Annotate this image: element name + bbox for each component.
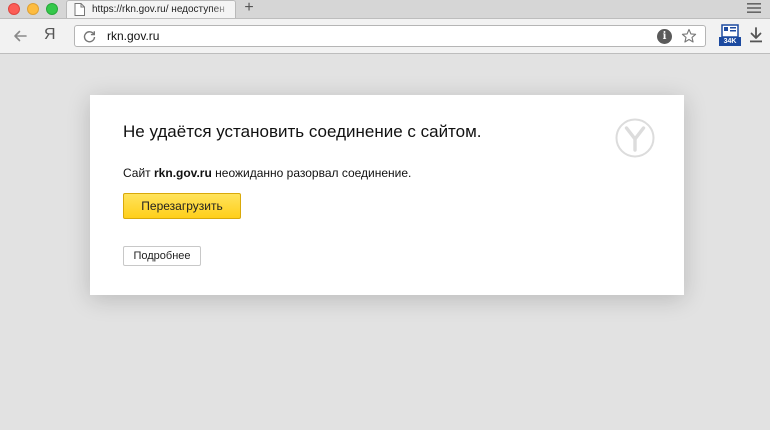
details-button[interactable]: Подробнее bbox=[123, 246, 201, 266]
error-title: Не удаётся установить соединение с сайто… bbox=[123, 122, 482, 141]
error-site-name: rkn.gov.ru bbox=[154, 166, 212, 180]
download-icon[interactable] bbox=[749, 27, 763, 43]
error-message: Сайт rkn.gov.ru неожиданно разорвал соед… bbox=[123, 166, 411, 180]
browser-toolbar: Я rkn.gov.ru i 34K bbox=[0, 18, 770, 54]
error-card: Не удаётся установить соединение с сайто… bbox=[90, 95, 684, 295]
minimize-window-icon[interactable] bbox=[27, 3, 39, 15]
extension-button[interactable]: 34K bbox=[719, 24, 741, 46]
hamburger-menu-icon[interactable] bbox=[747, 2, 761, 14]
new-tab-button[interactable]: + bbox=[240, 0, 258, 17]
zoom-window-icon[interactable] bbox=[46, 3, 58, 15]
error-message-suffix: неожиданно разорвал соединение. bbox=[211, 166, 412, 180]
page-icon bbox=[74, 3, 85, 16]
reload-icon[interactable] bbox=[83, 30, 96, 43]
reload-button[interactable]: Перезагрузить bbox=[123, 193, 241, 219]
tab-strip: https://rkn.gov.ru/ недоступен + bbox=[0, 0, 770, 18]
tab-title-fade bbox=[211, 1, 235, 18]
close-window-icon[interactable] bbox=[8, 3, 20, 15]
address-bar[interactable]: rkn.gov.ru i bbox=[74, 25, 706, 47]
star-icon[interactable] bbox=[681, 28, 697, 44]
error-message-prefix: Сайт bbox=[123, 166, 155, 180]
url-text[interactable]: rkn.gov.ru bbox=[107, 29, 159, 43]
yandex-button[interactable]: Я bbox=[44, 25, 60, 45]
extension-badge: 34K bbox=[719, 37, 741, 46]
yandex-browser-logo-icon bbox=[615, 118, 655, 158]
extension-icon bbox=[721, 24, 739, 38]
info-icon[interactable]: i bbox=[657, 29, 672, 44]
back-arrow-icon[interactable] bbox=[12, 28, 28, 44]
browser-tab[interactable]: https://rkn.gov.ru/ недоступен bbox=[66, 0, 236, 18]
